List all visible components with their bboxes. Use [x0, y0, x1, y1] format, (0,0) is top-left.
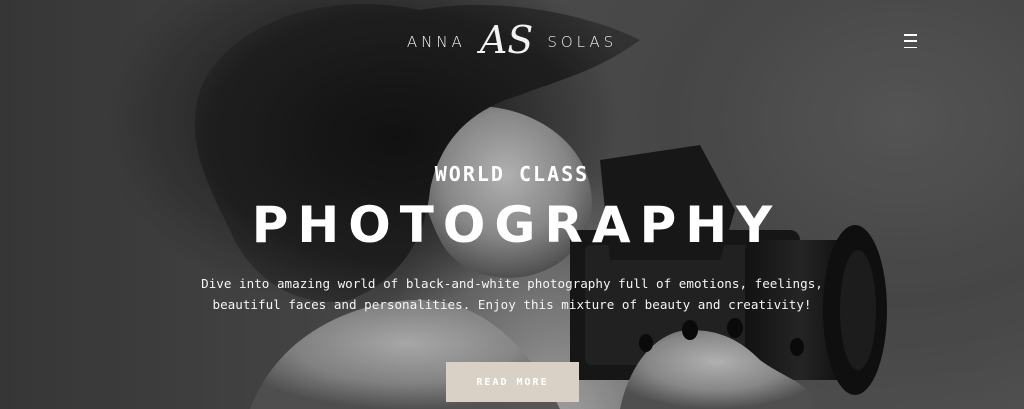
menu-line [903, 34, 917, 36]
brand-first-name: ANNA [406, 33, 466, 51]
brand-last-name: SOLAS [547, 33, 618, 51]
read-more-button[interactable]: READ MORE [446, 362, 579, 402]
hero-section: ANNA AS SOLAS WORLD CLASS PHOTOGRAPHY Di… [0, 0, 1024, 409]
menu-line [903, 46, 917, 48]
hamburger-menu-icon[interactable] [899, 32, 921, 50]
brand-logo[interactable]: ANNA AS SOLAS [0, 12, 1024, 72]
hero-description: Dive into amazing world of black-and-whi… [201, 276, 823, 312]
brand-monogram: AS [479, 18, 534, 62]
hero-headline: PHOTOGRAPHY [251, 196, 782, 254]
hero-kicker: WORLD CLASS [434, 162, 590, 186]
menu-line [903, 40, 917, 42]
